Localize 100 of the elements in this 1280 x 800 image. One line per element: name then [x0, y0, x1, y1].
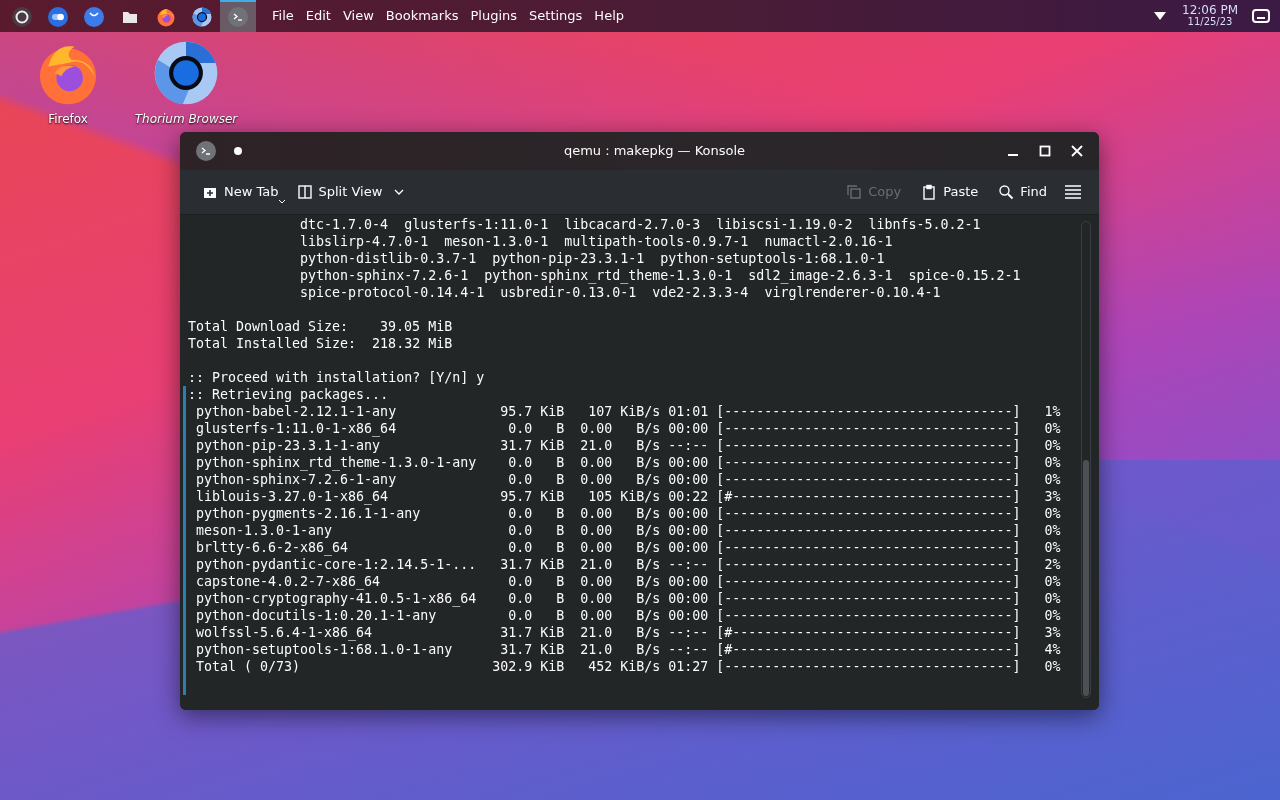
rate-unit: B/s: [635, 624, 661, 641]
download-rate: 21.0: [579, 624, 613, 641]
download-size: 31.7: [499, 624, 533, 641]
progress-percent: 0%: [1043, 607, 1061, 624]
package-list-line: dtc-1.7.0-4 glusterfs-1:11.0-1 libcacard-2.7.0-3 libiscsi-1.19.0-2 libnfs-5.0.2-1: [300, 217, 981, 232]
time-remaining: 00:00: [668, 590, 709, 607]
progress-percent: 0%: [1043, 522, 1061, 539]
download-size: 0.0: [507, 420, 533, 437]
time-remaining: 00:00: [668, 420, 709, 437]
scrollbar-thumb[interactable]: [1083, 460, 1089, 696]
split-view-icon: [296, 184, 313, 200]
total-label: Total Download Size:: [188, 318, 350, 335]
prompt-line: :: Proceed with installation? [Y/n] y: [188, 370, 485, 385]
browser-icon: [153, 40, 219, 106]
rate-unit: B/s: [635, 573, 661, 590]
package-list-line: libslirp-4.7.0-1 meson-1.3.0-1 multipath-tools-0.9.7-1 numactl-2.0.16-1: [300, 234, 893, 249]
pin-icon[interactable]: [234, 147, 242, 155]
package-name: python-sphinx_rtd_theme-1.3.0-1-any: [196, 454, 478, 471]
size-unit: KiB: [540, 488, 565, 505]
download-rate: 0.00: [579, 522, 613, 539]
size-unit: B: [555, 522, 565, 539]
show-desktop-icon[interactable]: [1252, 9, 1270, 23]
browser-icon: [192, 7, 212, 27]
time-remaining: 00:00: [668, 471, 709, 488]
desktop-icon-label[interactable]: Firefox: [48, 110, 88, 128]
download-size: 0.0: [507, 590, 533, 607]
progress-text: [------------------------------------]: [716, 403, 1021, 420]
download-size: 31.7: [499, 556, 533, 573]
download-size: 31.7: [499, 641, 533, 658]
progress-percent: 0%: [1043, 505, 1061, 522]
expand-icon[interactable]: [1154, 12, 1166, 20]
progress-percent: 0%: [1043, 437, 1061, 454]
copy-icon: [846, 184, 863, 200]
desktop-icon-label[interactable]: Thorium Browser: [134, 110, 238, 128]
package-name: python-babel-2.12.1-1-any: [196, 403, 398, 420]
firefox-icon: [156, 7, 176, 27]
rate-unit: B/s: [635, 420, 661, 437]
time-remaining: 00:00: [668, 573, 709, 590]
menu-item[interactable]: Settings: [523, 6, 589, 26]
total-value: 218.32 MiB: [372, 335, 453, 352]
terminal-icon: [228, 7, 248, 27]
download-rate: 0.00: [579, 590, 613, 607]
progress-percent: 1%: [1043, 403, 1061, 420]
progress-text: [------------------------------------]: [716, 522, 1021, 539]
size-unit: B: [555, 454, 565, 471]
size-unit: B: [555, 420, 565, 437]
download-size: 31.7: [499, 437, 533, 454]
package-name: glusterfs-1:11.0-1-x86_64: [196, 420, 398, 437]
package-name: wolfssl-5.6.4-1-x86_64: [196, 624, 374, 641]
download-rate: 0.00: [579, 505, 613, 522]
progress-text: [------------------------------------]: [716, 658, 1021, 675]
progress-percent: 4%: [1043, 641, 1061, 658]
package-list-line: spice-protocol-0.14.4-1 usbredir-0.13.0-1 vde2-2.3.3-4 virglrenderer-0.10.4-1: [300, 285, 941, 300]
package-list-line: python-distlib-0.3.7-1 python-pip-23.3.1-1 python-setuptools-1:68.1.0-1: [300, 251, 885, 266]
rate-unit: KiB/s: [619, 658, 661, 675]
launcher-icon: [12, 7, 32, 27]
package-name: python-pygments-2.16.1-1-any: [196, 505, 422, 522]
paste-button[interactable]: Paste: [913, 177, 987, 207]
package-name: python-pydantic-core-1:2.14.5-1-...: [196, 556, 478, 573]
progress-percent: 2%: [1043, 556, 1061, 573]
progress-text: [#-----------------------------------]: [716, 641, 1021, 658]
progress-text: [------------------------------------]: [716, 573, 1021, 590]
status-line: :: Retrieving packages...: [188, 387, 389, 402]
download-size: 95.7: [499, 403, 533, 420]
time-remaining: --:--: [668, 437, 709, 454]
package-name: brltty-6.6-2-x86_64: [196, 539, 350, 556]
progress-percent: 0%: [1043, 539, 1061, 556]
size-unit: B: [555, 590, 565, 607]
menu-item[interactable]: Plugins: [464, 6, 524, 26]
menu-item[interactable]: Edit: [299, 6, 337, 26]
time-remaining: 00:00: [668, 454, 709, 471]
menu-item[interactable]: Help: [588, 6, 630, 26]
size-unit: KiB: [540, 403, 565, 420]
download-size: 0.0: [507, 471, 533, 488]
download-rate: 0.00: [579, 471, 613, 488]
menu-item[interactable]: File: [266, 6, 300, 26]
menu-item[interactable]: View: [336, 6, 380, 26]
download-rate: 0.00: [579, 454, 613, 471]
maximize-icon[interactable]: [1039, 145, 1051, 157]
package-name: python-sphinx-7.2.6-1-any: [196, 471, 398, 488]
progress-text: [#-----------------------------------]: [716, 488, 1021, 505]
download-rate: 0.00: [579, 539, 613, 556]
toggle-icon: [48, 7, 68, 27]
size-unit: KiB: [540, 556, 565, 573]
progress-text: [#-----------------------------------]: [716, 624, 1021, 641]
menu-icon[interactable]: [1065, 185, 1081, 199]
clipboard-icon: [921, 184, 938, 200]
size-unit: B: [555, 539, 565, 556]
split-view-button[interactable]: Split View: [288, 177, 413, 207]
find-button[interactable]: Find: [990, 177, 1055, 207]
package-name: Total ( 0/73): [196, 658, 302, 675]
close-icon[interactable]: [1071, 145, 1083, 157]
time-remaining: 01:27: [668, 658, 709, 675]
package-name: meson-1.3.0-1-any: [196, 522, 334, 539]
total-value: 39.05 MiB: [379, 318, 453, 335]
time-remaining: 00:00: [668, 505, 709, 522]
menu-item[interactable]: Bookmarks: [379, 6, 465, 26]
new-tab-button[interactable]: New Tab: [194, 177, 287, 207]
size-unit: B: [555, 505, 565, 522]
time-remaining: 00:00: [668, 539, 709, 556]
